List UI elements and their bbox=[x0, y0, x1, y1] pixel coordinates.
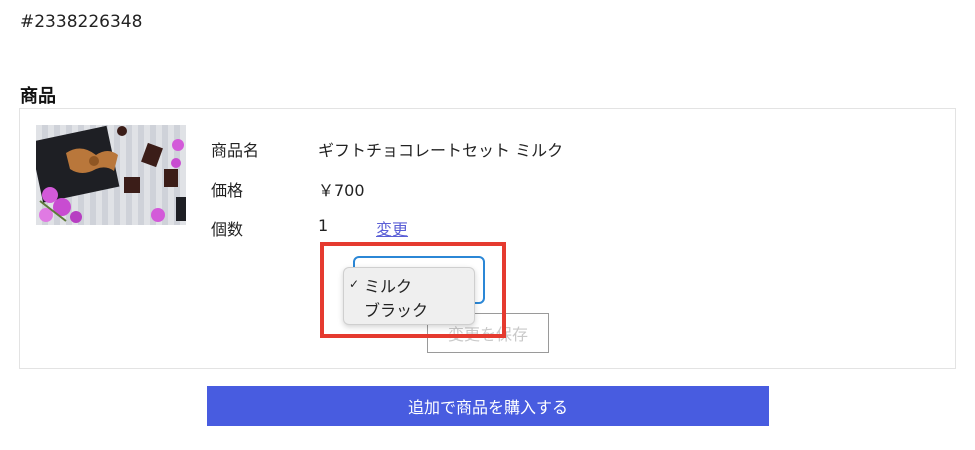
chocolate-photo-icon bbox=[36, 125, 186, 225]
highlight-box bbox=[320, 242, 506, 338]
section-title: 商品 bbox=[20, 86, 56, 107]
product-card: 商品名 ギフトチョコレートセット ミルク 価格 ￥700 個数 1 変更 変更を… bbox=[19, 108, 956, 369]
product-image bbox=[36, 125, 186, 225]
buy-more-button[interactable]: 追加で商品を購入する bbox=[207, 386, 769, 426]
price-label: 価格 bbox=[211, 181, 244, 200]
price-value: ￥700 bbox=[318, 181, 365, 200]
product-name-value: ギフトチョコレートセット ミルク bbox=[318, 141, 564, 160]
change-link[interactable]: 変更 bbox=[376, 216, 408, 240]
order-id: #2338226348 bbox=[20, 12, 143, 32]
quantity-label: 個数 bbox=[211, 220, 244, 239]
quantity-value: 1 bbox=[318, 216, 329, 235]
product-name-label: 商品名 bbox=[211, 141, 260, 160]
